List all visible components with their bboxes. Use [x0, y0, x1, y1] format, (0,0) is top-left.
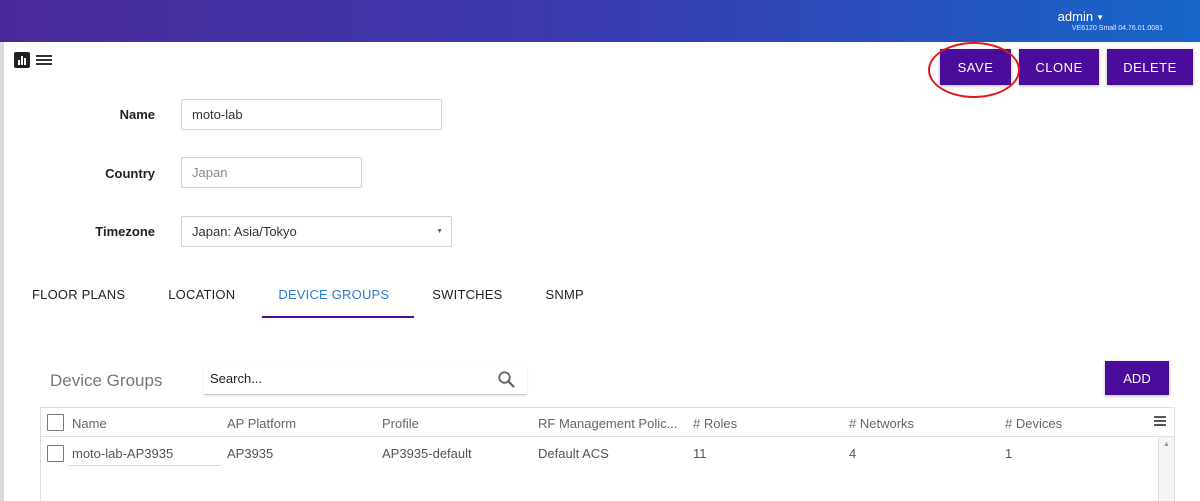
- add-button[interactable]: ADD: [1105, 361, 1169, 395]
- name-label: Name: [119, 107, 155, 122]
- cell-underline: [68, 465, 221, 466]
- column-header-ap-platform[interactable]: AP Platform: [227, 416, 296, 431]
- user-name[interactable]: admin: [1058, 9, 1093, 24]
- scroll-up-icon[interactable]: ▲: [1163, 441, 1170, 448]
- row-checkbox[interactable]: [47, 445, 64, 462]
- country-field[interactable]: Japan: [181, 157, 362, 188]
- column-header-roles[interactable]: # Roles: [693, 416, 737, 431]
- list-icon[interactable]: [36, 52, 52, 68]
- column-header-name[interactable]: Name: [72, 416, 107, 431]
- bar-chart-icon[interactable]: [14, 52, 30, 68]
- top-bar: admin ▼ VE6120 Small 04.76.01.0081: [0, 0, 1200, 42]
- hamburger-menu-icon[interactable]: [1154, 416, 1166, 426]
- search-icon[interactable]: [497, 370, 515, 388]
- save-button[interactable]: SAVE: [940, 49, 1011, 85]
- cell-roles: 11: [693, 446, 707, 461]
- tab-device-groups[interactable]: DEVICE GROUPS: [278, 287, 389, 302]
- cell-rf-management-policy: Default ACS: [538, 446, 609, 461]
- column-header-devices[interactable]: # Devices: [1005, 416, 1062, 431]
- version-label: VE6120 Small 04.76.01.0081: [1071, 25, 1163, 32]
- timezone-label: Timezone: [95, 224, 155, 239]
- tab-floor-plans[interactable]: FLOOR PLANS: [32, 287, 125, 302]
- table-header: Name AP Platform Profile RF Management P…: [41, 408, 1174, 437]
- country-label: Country: [105, 166, 155, 181]
- view-switcher: [14, 52, 52, 68]
- cell-networks: 4: [849, 446, 857, 461]
- cell-profile: AP3935-default: [382, 446, 472, 461]
- cell-name[interactable]: moto-lab-AP3935: [72, 446, 173, 461]
- delete-button[interactable]: DELETE: [1107, 49, 1193, 85]
- device-groups-table: Name AP Platform Profile RF Management P…: [40, 407, 1175, 501]
- left-border: [0, 42, 4, 501]
- dropdown-arrow-icon: ▼: [436, 228, 443, 235]
- cell-devices: 1: [1005, 446, 1013, 461]
- cell-ap-platform: AP3935: [227, 446, 274, 461]
- search-input[interactable]: [204, 363, 474, 393]
- clone-button[interactable]: CLONE: [1019, 49, 1099, 85]
- user-menu[interactable]: admin ▼: [1058, 9, 1104, 24]
- column-header-rf-management-policy[interactable]: RF Management Polic...: [538, 416, 677, 431]
- tab-location[interactable]: LOCATION: [168, 287, 235, 302]
- tab-switches[interactable]: SWITCHES: [432, 287, 502, 302]
- select-all-checkbox[interactable]: [47, 414, 64, 431]
- timezone-value: Japan: Asia/Tokyo: [192, 224, 297, 239]
- tab-bar: FLOOR PLANS LOCATION DEVICE GROUPS SWITC…: [32, 287, 584, 302]
- name-field[interactable]: moto-lab: [181, 99, 442, 130]
- timezone-select[interactable]: Japan: Asia/Tokyo ▼: [181, 216, 452, 247]
- search-box: [204, 363, 527, 395]
- active-tab-indicator: [262, 316, 414, 318]
- tab-snmp[interactable]: SNMP: [546, 287, 584, 302]
- chevron-down-icon[interactable]: ▼: [1096, 13, 1104, 22]
- column-header-networks[interactable]: # Networks: [849, 416, 914, 431]
- column-header-profile[interactable]: Profile: [382, 416, 419, 431]
- vertical-scrollbar[interactable]: ▲: [1158, 437, 1174, 501]
- section-title: Device Groups: [50, 371, 163, 390]
